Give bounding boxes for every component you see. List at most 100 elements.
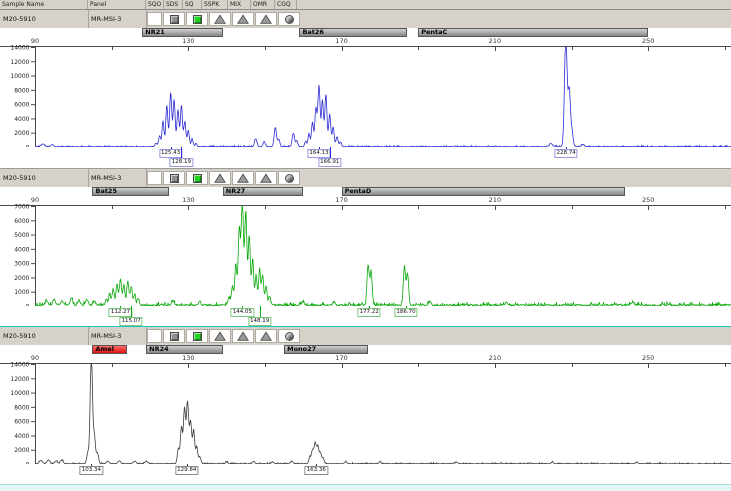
peak-label-area: 103.34 129.84 163.36 (0, 464, 731, 484)
omr-flag[interactable] (255, 12, 277, 26)
header-col-sample-name: Sample Name (0, 0, 88, 9)
ruler-tick-label: 130 (182, 37, 194, 45)
ruler-tick-mark (572, 364, 573, 367)
flag-cells (147, 12, 301, 26)
ruler-tick-mark (188, 364, 189, 368)
sds-flag[interactable] (163, 12, 185, 26)
cgq-flag[interactable] (278, 171, 300, 185)
marker-nr21[interactable]: NR21 (142, 28, 222, 37)
header-col-sqo: SQO (146, 0, 164, 9)
mix-flag[interactable] (232, 171, 254, 185)
svg-text:6000: 6000 (14, 102, 29, 109)
sample-info-row[interactable]: M20-5910 MR-MSI-3 (0, 10, 731, 28)
sq-flag[interactable] (186, 171, 208, 185)
peak-label[interactable]: 228.74 (555, 149, 578, 158)
header-col-omr: OMR (251, 0, 275, 9)
flag-cell-empty (147, 171, 162, 185)
marker-nr27[interactable]: NR27 (223, 187, 303, 196)
peak-label[interactable]: 148.19 (248, 317, 271, 326)
sspk-flag[interactable] (209, 171, 231, 185)
panel-name: MR-MSI-3 (91, 174, 121, 182)
svg-text:14000: 14000 (10, 45, 29, 52)
ruler-tick-mark (418, 364, 419, 367)
square-icon (170, 15, 179, 24)
ruler-tick-label: 210 (489, 37, 501, 45)
svg-text:6000: 6000 (14, 218, 29, 225)
marker-nr24[interactable]: NR24 (146, 345, 223, 354)
peak-label[interactable]: 112.27 (109, 308, 132, 317)
marker-pentac[interactable]: PentaC (418, 28, 648, 37)
panel-name: MR-MSI-3 (91, 332, 121, 340)
cgq-flag[interactable] (278, 329, 300, 343)
ruler-tick-mark (648, 206, 649, 210)
sds-flag[interactable] (163, 329, 185, 343)
triangle-icon (214, 14, 226, 24)
sq-flag[interactable] (186, 329, 208, 343)
electropherogram[interactable]: 02000400060008000100001200014000 (0, 46, 731, 147)
ruler-tick-mark (35, 206, 36, 210)
selection-highlight-strip (0, 484, 731, 491)
flag-cell-empty (147, 12, 162, 26)
mix-flag[interactable] (232, 329, 254, 343)
peak-label[interactable]: 103.34 (80, 466, 103, 475)
ruler-tick-label: 170 (335, 37, 347, 45)
mix-flag[interactable] (232, 12, 254, 26)
peak-leader-line (330, 147, 331, 158)
sample-panel-1[interactable]: M20-5910 MR-MSI-3 NR21Bat26PentaC 901301… (0, 10, 731, 168)
trace-line (35, 47, 731, 147)
peak-label[interactable]: 166.91 (318, 158, 341, 167)
svg-text:12000: 12000 (10, 59, 29, 66)
ruler-tick-mark (35, 47, 36, 51)
sspk-flag[interactable] (209, 329, 231, 343)
triangle-icon (260, 331, 272, 341)
ruler-tick-mark (495, 364, 496, 368)
ruler-tick-mark (188, 206, 189, 210)
marker-row: NR21 Bat26 PentaC (0, 28, 731, 38)
flag-cells (147, 329, 301, 343)
circle-icon (285, 15, 294, 24)
ruler-tick-mark (572, 206, 573, 209)
svg-text:10000: 10000 (10, 73, 29, 80)
sample-name: M20-5910 (3, 332, 36, 340)
svg-text:14000: 14000 (10, 362, 29, 369)
marker-pentad[interactable]: PentaD (342, 187, 626, 196)
electropherogram[interactable]: 02000400060008000100001200014000 (0, 363, 731, 464)
peak-label[interactable]: 164.13 (307, 149, 330, 158)
ruler-tick-label: 90 (31, 196, 39, 204)
square-icon (193, 332, 202, 341)
square-icon (193, 15, 202, 24)
omr-flag[interactable] (255, 171, 277, 185)
peak-label[interactable]: 186.70 (394, 308, 417, 317)
peak-label[interactable]: 144.05 (231, 308, 254, 317)
svg-text:1000: 1000 (14, 289, 29, 296)
marker-mono27[interactable]: Mono27 (284, 345, 368, 354)
marker-amel[interactable]: Amel (92, 345, 126, 354)
ruler-tick-label: 170 (335, 354, 347, 362)
sample-info-row[interactable]: M20-5910 MR-MSI-3 (0, 169, 731, 187)
marker-bat26[interactable]: Bat26 (299, 28, 406, 37)
header-col-mix: MIX (228, 0, 251, 9)
cgq-flag[interactable] (278, 12, 300, 26)
peak-label[interactable]: 129.84 (175, 466, 198, 475)
sspk-flag[interactable] (209, 12, 231, 26)
sample-panel-2[interactable]: M20-5910 MR-MSI-3 Bat25NR27PentaD 901301… (0, 168, 731, 326)
peak-label[interactable]: 115.07 (120, 317, 143, 326)
marker-row: Bat25 NR27 PentaD (0, 187, 731, 197)
ruler-tick-label: 210 (489, 196, 501, 204)
peak-label[interactable]: 125.43 (159, 149, 182, 158)
peak-label[interactable]: 128.19 (170, 158, 193, 167)
ruler-tick-mark (188, 47, 189, 51)
ruler-tick-label: 170 (335, 196, 347, 204)
sds-flag[interactable] (163, 171, 185, 185)
sample-panel-3[interactable]: M20-5910 MR-MSI-3 AmelNR24Mono27 9013017… (0, 326, 731, 484)
omr-flag[interactable] (255, 329, 277, 343)
electropherogram[interactable]: 01000200030004000500060007000 (0, 205, 731, 306)
sample-info-row[interactable]: M20-5910 MR-MSI-3 (0, 327, 731, 345)
sq-flag[interactable] (186, 12, 208, 26)
header-col-panel: Panel (88, 0, 146, 9)
peak-label[interactable]: 163.36 (305, 466, 328, 475)
ruler-tick-label: 250 (642, 354, 654, 362)
peak-label[interactable]: 177.22 (358, 308, 381, 317)
size-ruler: 90130170210250 (0, 197, 731, 205)
marker-bat25[interactable]: Bat25 (92, 187, 169, 196)
